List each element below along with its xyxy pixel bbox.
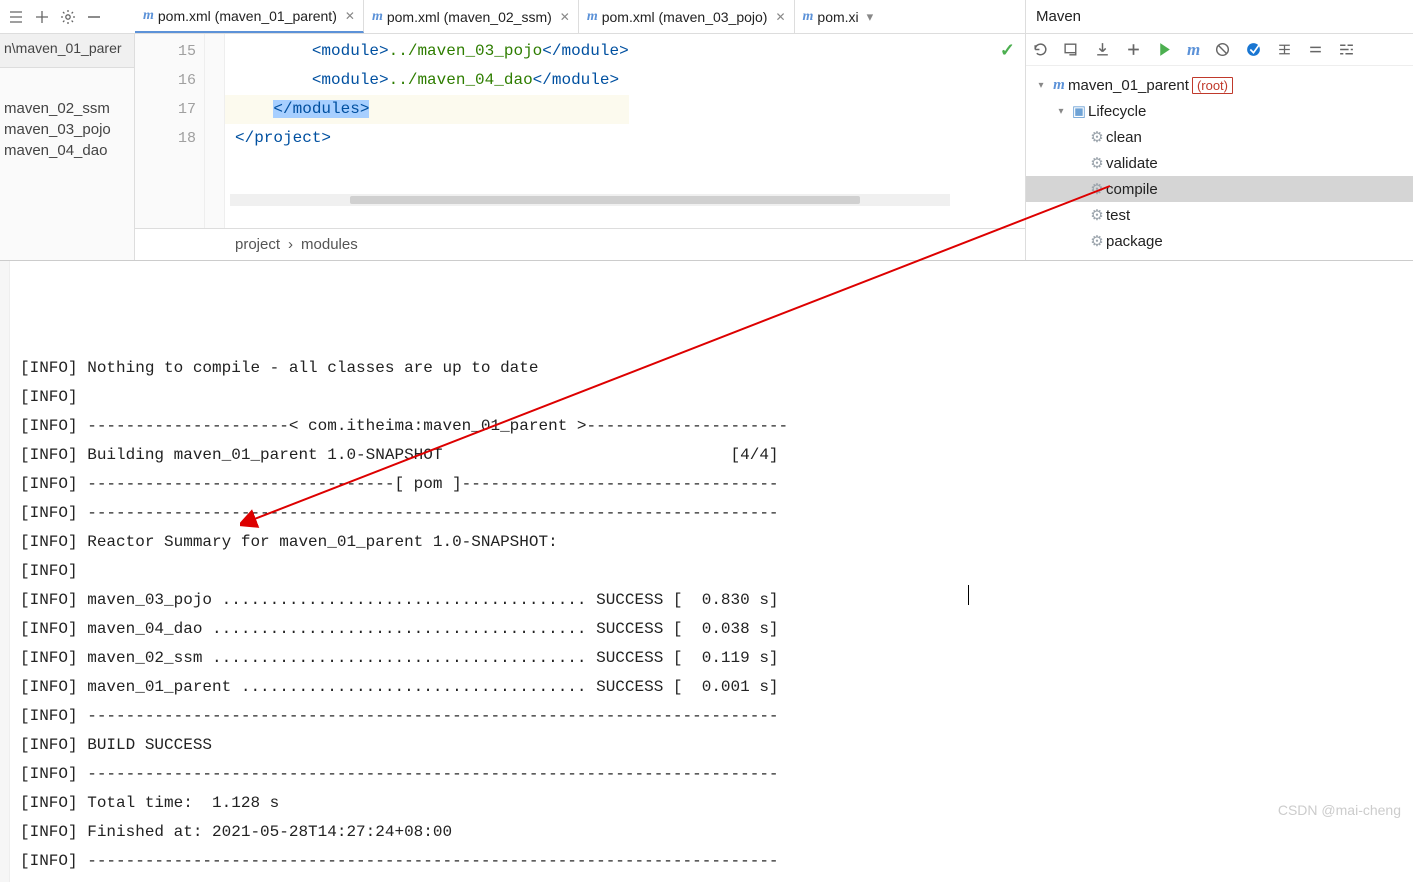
maven-panel-title: Maven [1025, 0, 1413, 33]
settings-icon[interactable] [60, 9, 76, 25]
horizontal-scrollbar[interactable] [230, 194, 950, 206]
close-icon[interactable]: ✕ [775, 10, 785, 24]
maven-panel: m ▾ m maven_01_parent (root) ▾ ▣ [1025, 34, 1413, 260]
collapse-icon[interactable] [86, 9, 102, 25]
console-line: [INFO] ---------------------------------… [20, 847, 1403, 876]
offline-mode-icon[interactable] [1245, 41, 1262, 58]
tab-label: pom.xml (maven_03_pojo) [602, 9, 768, 25]
text-caret [968, 585, 969, 605]
console-line: [INFO] ---------------------< com.itheim… [20, 412, 1403, 441]
console-line: [INFO] ---------------------------------… [20, 702, 1403, 731]
breadcrumb[interactable]: project › modules [135, 228, 1025, 260]
lifecycle-node[interactable]: ▾ ▣ Lifecycle [1026, 98, 1413, 124]
tab-label: pom.xml (maven_02_ssm) [387, 9, 552, 25]
tab-label: pom.xi [817, 9, 858, 25]
console-line: [INFO] maven_02_ssm ....................… [20, 644, 1403, 673]
gear-icon: ⚙ [1088, 232, 1106, 250]
maven-tree[interactable]: ▾ m maven_01_parent (root) ▾ ▣ Lifecycle… [1026, 66, 1413, 260]
generate-sources-icon[interactable] [1063, 41, 1080, 58]
breadcrumb-item[interactable]: modules [301, 236, 358, 253]
run-icon[interactable] [1156, 41, 1173, 58]
gear-icon: ⚙ [1088, 180, 1106, 198]
goal-test[interactable]: ⚙test [1026, 202, 1413, 228]
breadcrumb-sep: › [288, 236, 293, 253]
tab-pom-more[interactable]: m pom.xi ▾ [795, 0, 882, 33]
chevron-down-icon[interactable]: ▾ [1032, 80, 1050, 91]
maven-root-label: maven_01_parent [1068, 77, 1189, 94]
show-deps-icon[interactable] [1276, 41, 1293, 58]
watermark: CSDN @mai-cheng [1278, 802, 1401, 818]
gear-icon: ⚙ [1088, 206, 1106, 224]
console-line: [INFO] --------------------------------[… [20, 470, 1403, 499]
maven-module-icon: m [1050, 77, 1068, 94]
console-gutter [0, 261, 10, 882]
console-line: [INFO] maven_04_dao ....................… [20, 615, 1403, 644]
fold-gutter [205, 34, 225, 228]
console-output[interactable]: [INFO] Nothing to compile - all classes … [10, 261, 1413, 882]
maven-file-icon: m [803, 9, 814, 25]
tab-pom-ssm[interactable]: m pom.xml (maven_02_ssm) ✕ [364, 0, 579, 33]
editor-tabs: m pom.xml (maven_01_parent) ✕ m pom.xml … [135, 0, 1025, 33]
chevron-down-icon[interactable]: ▾ [867, 9, 874, 25]
gear-icon: ⚙ [1088, 128, 1106, 146]
console-line: [INFO] [20, 383, 1403, 412]
breadcrumb-item[interactable]: project [235, 236, 280, 253]
project-item[interactable]: maven_04_dao [0, 140, 134, 161]
main-toolbar-left [0, 0, 135, 33]
console-line: [INFO] BUILD SUCCESS [20, 731, 1403, 760]
project-path: n\maven_01_parer [0, 34, 134, 68]
maven-root-node[interactable]: ▾ m maven_01_parent (root) [1026, 72, 1413, 98]
chevron-down-icon[interactable]: ▾ [1052, 106, 1070, 117]
console-line: [INFO] Building maven_01_parent 1.0-SNAP… [20, 441, 1403, 470]
goal-validate[interactable]: ⚙validate [1026, 150, 1413, 176]
download-icon[interactable] [1094, 41, 1111, 58]
maven-toolbar: m [1026, 34, 1413, 66]
tab-label: pom.xml (maven_01_parent) [158, 8, 337, 24]
maven-file-icon: m [143, 8, 154, 24]
root-badge: (root) [1192, 77, 1233, 94]
goal-compile[interactable]: ⚙compile [1026, 176, 1413, 202]
console-line: [INFO] maven_01_parent .................… [20, 673, 1403, 702]
reload-icon[interactable] [1032, 41, 1049, 58]
console-line: [INFO] Finished at: 2021-05-28T14:27:24+… [20, 818, 1403, 847]
close-icon[interactable]: ✕ [560, 10, 570, 24]
tab-pom-parent[interactable]: m pom.xml (maven_01_parent) ✕ [135, 0, 364, 33]
project-sidebar: n\maven_01_parer maven_02_ssm maven_03_p… [0, 34, 135, 260]
lifecycle-label: Lifecycle [1088, 103, 1146, 120]
expand-all-icon[interactable] [34, 9, 50, 25]
console-line: [INFO] ---------------------------------… [20, 760, 1403, 789]
toggle-skip-tests-icon[interactable] [1214, 41, 1231, 58]
maven-file-icon: m [372, 9, 383, 25]
gear-icon: ⚙ [1088, 154, 1106, 172]
execute-goal-icon[interactable]: m [1187, 40, 1200, 60]
inspection-ok-icon[interactable]: ✓ [1000, 40, 1015, 61]
tab-pom-pojo[interactable]: m pom.xml (maven_03_pojo) ✕ [579, 0, 795, 33]
folder-icon: ▣ [1070, 102, 1088, 120]
console-line: [INFO] Reactor Summary for maven_01_pare… [20, 528, 1403, 557]
add-icon[interactable] [1125, 41, 1142, 58]
project-item[interactable]: maven_02_ssm [0, 98, 134, 119]
project-item[interactable]: maven_03_pojo [0, 119, 134, 140]
close-icon[interactable]: ✕ [345, 9, 355, 23]
console-line: [INFO] ---------------------------------… [20, 499, 1403, 528]
console-line: [INFO] maven_03_pojo ...................… [20, 586, 1403, 615]
code-editor[interactable]: 15 16 17 18 <module>../maven_03_pojo</mo… [135, 34, 1025, 260]
goal-clean[interactable]: ⚙clean [1026, 124, 1413, 150]
collapse-all-icon[interactable] [1307, 41, 1324, 58]
select-open-icon[interactable] [8, 9, 24, 25]
console-line: [INFO] [20, 557, 1403, 586]
maven-file-icon: m [587, 9, 598, 25]
goal-package[interactable]: ⚙package [1026, 228, 1413, 254]
console-line: [INFO] Nothing to compile - all classes … [20, 354, 1403, 383]
line-gutter: 15 16 17 18 [135, 34, 205, 228]
console-line: [INFO] Total time: 1.128 s [20, 789, 1403, 818]
settings-icon[interactable] [1338, 41, 1355, 58]
